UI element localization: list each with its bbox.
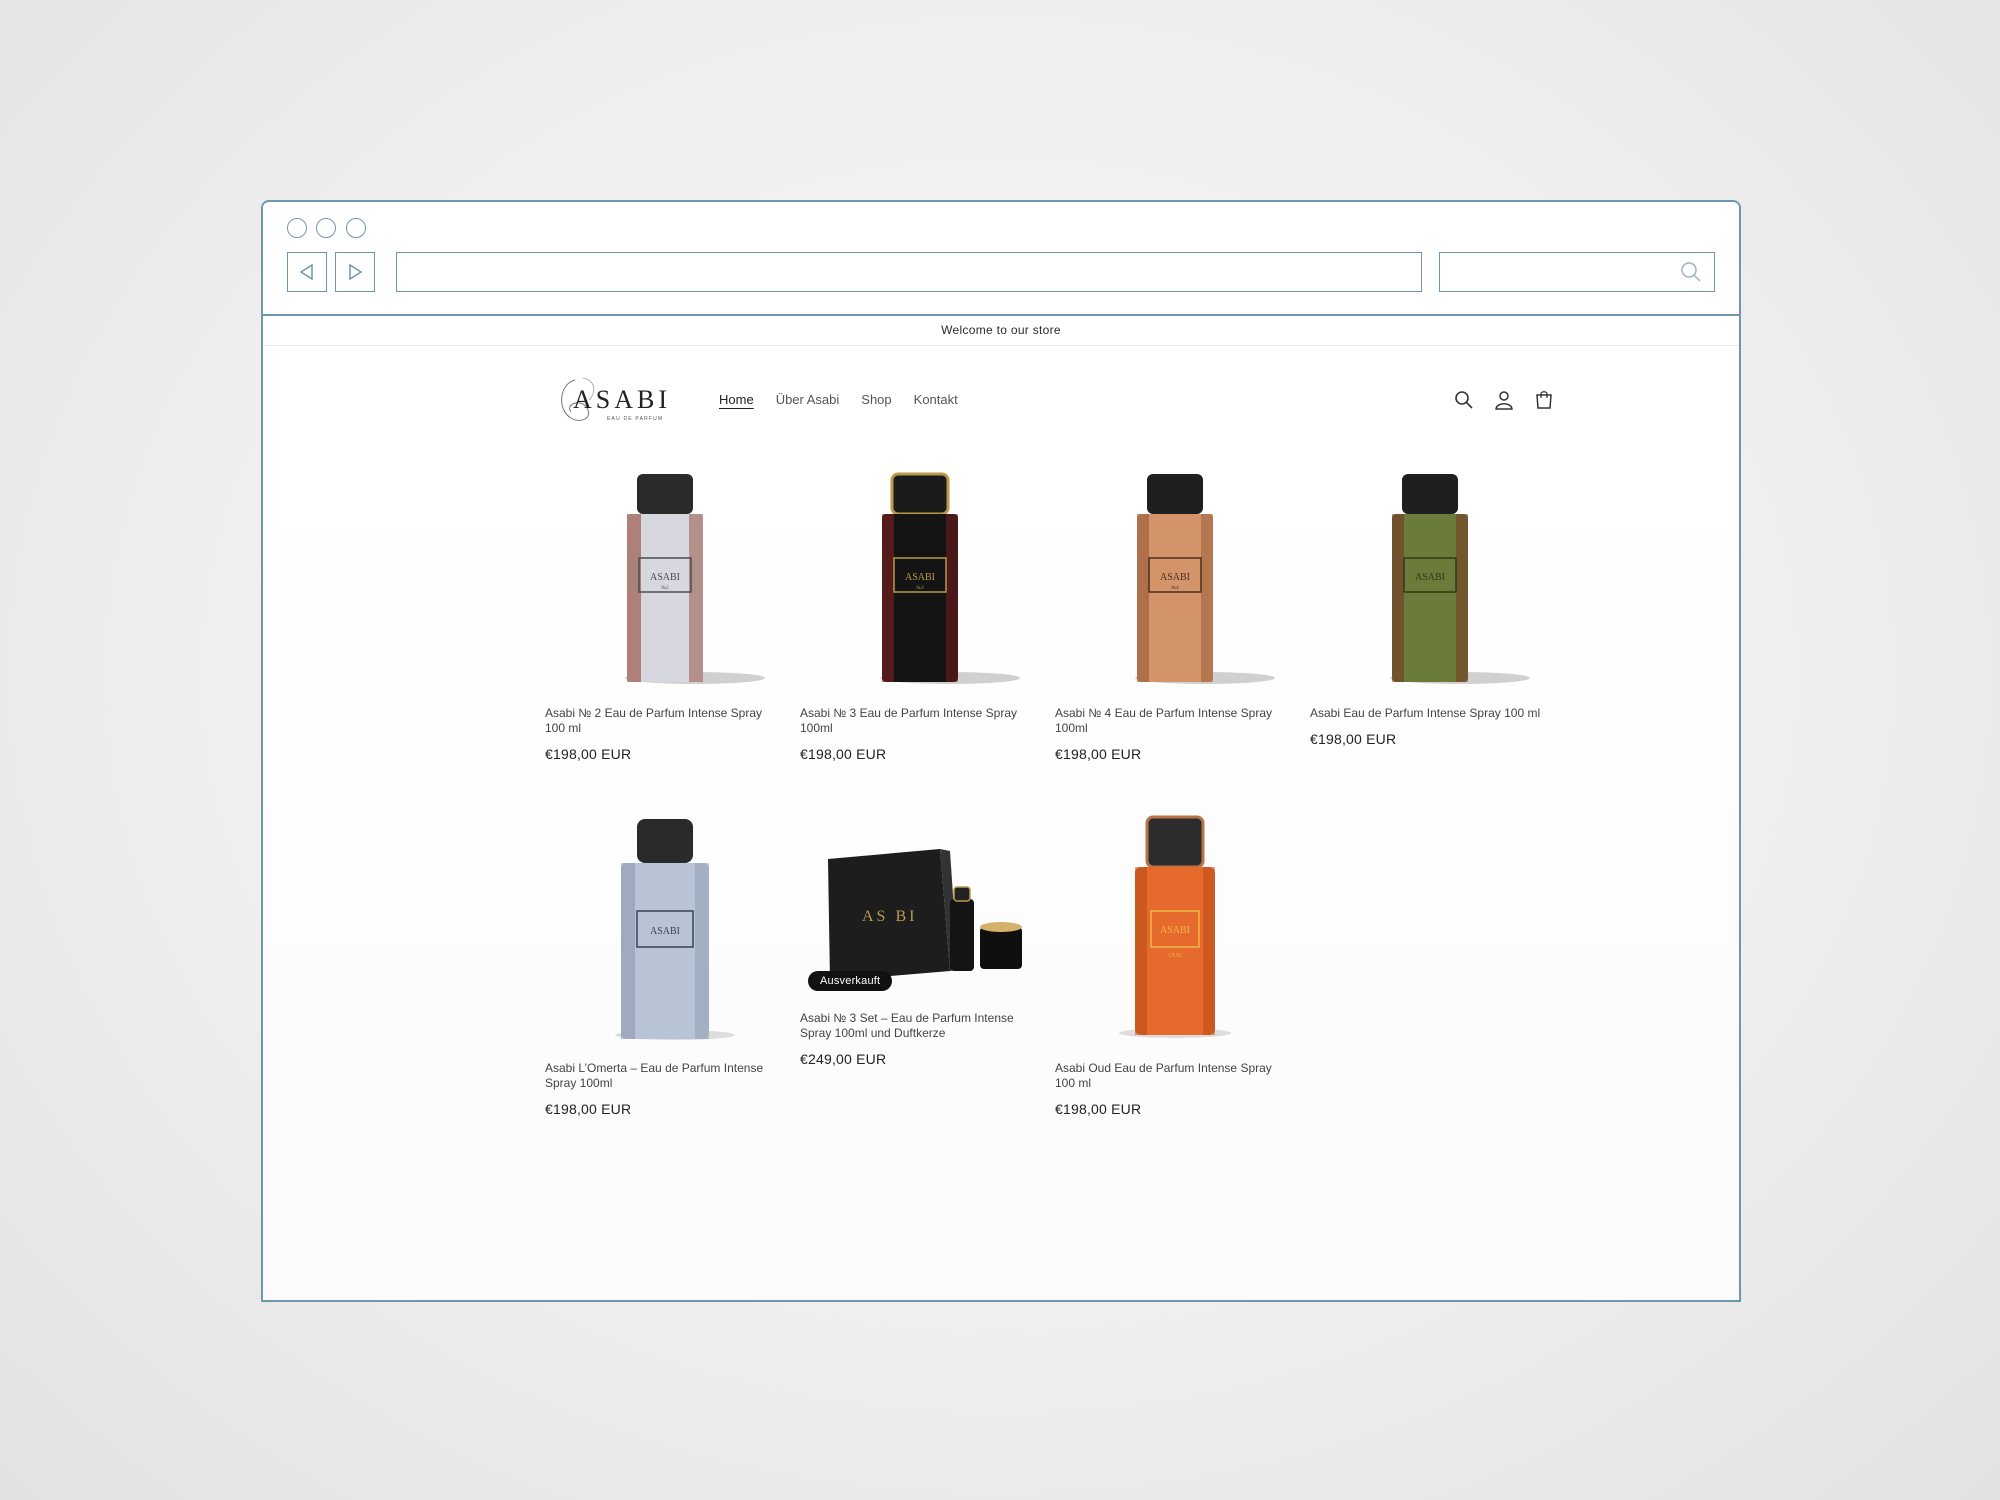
product-image[interactable]: ASABI OUD <box>1055 811 1295 1051</box>
cart-icon[interactable] <box>1533 389 1555 411</box>
product-title[interactable]: Asabi Eau de Parfum Intense Spray 100 ml <box>1310 706 1550 721</box>
nav-kontakt[interactable]: Kontakt <box>914 392 958 407</box>
store-header: ASABI EAU DE PARFUM Home Über Asabi Shop… <box>263 346 1739 457</box>
product-image[interactable]: ASABI №2 <box>545 456 785 696</box>
product-catalog: ASABI №2 Asabi № 2 Eau de Parfum Intense… <box>263 456 1739 1300</box>
svg-text:ASABI: ASABI <box>1415 572 1445 583</box>
svg-text:ASABI: ASABI <box>650 572 680 583</box>
logo-mark: ASABI EAU DE PARFUM <box>561 377 671 422</box>
window-dot-3[interactable] <box>346 218 366 238</box>
svg-text:№2: №2 <box>661 585 669 591</box>
product-title[interactable]: Asabi № 2 Eau de Parfum Intense Spray 10… <box>545 706 785 736</box>
product-price: €198,00 EUR <box>545 1101 632 1117</box>
product-card[interactable]: AS BI Ausverkauft Asabi № 3 Set – Eau de… <box>800 811 1040 1067</box>
back-button[interactable] <box>287 252 327 292</box>
svg-text:OUD: OUD <box>1169 953 1183 959</box>
product-price: €198,00 EUR <box>545 746 632 762</box>
perfume-bottle-image: ASABI OUD <box>1119 815 1231 1038</box>
product-image[interactable]: ASABI №3 <box>800 456 1040 696</box>
product-card[interactable]: ASABI №2 Asabi № 2 Eau de Parfum Intense… <box>545 456 785 762</box>
browser-search-field[interactable] <box>1439 252 1715 292</box>
perfume-bottle-image: ASABI <box>615 819 735 1040</box>
arrow-right-icon <box>349 263 363 281</box>
product-price: €198,00 EUR <box>800 746 887 762</box>
product-card[interactable]: ASABI №3 Asabi № 3 Eau de Parfum Intense… <box>800 456 1040 762</box>
svg-text:№3: №3 <box>916 585 924 591</box>
product-image[interactable]: ASABI <box>1310 456 1550 696</box>
svg-text:AS BI: AS BI <box>862 908 917 925</box>
product-title[interactable]: Asabi L’Omerta – Eau de Parfum Intense S… <box>545 1061 785 1091</box>
product-card[interactable]: ASABI OUD Asabi Oud Eau de Parfum Intens… <box>1055 811 1295 1117</box>
asabi-logo[interactable]: ASABI EAU DE PARFUM <box>553 370 683 432</box>
svg-text:ASABI: ASABI <box>905 572 935 583</box>
product-card[interactable]: ASABI Asabi L’Omerta – Eau de Parfum Int… <box>545 811 785 1117</box>
window-dot-2[interactable] <box>316 218 336 238</box>
header-actions <box>1453 389 1555 411</box>
account-icon[interactable] <box>1493 389 1515 411</box>
store-page: Welcome to our store ASABI EAU DE PARFUM… <box>263 316 1739 1300</box>
svg-text:ASABI: ASABI <box>1160 925 1190 936</box>
product-image[interactable]: AS BI Ausverkauft <box>800 811 1040 1001</box>
product-image[interactable]: ASABI №4 <box>1055 456 1295 696</box>
search-icon <box>1681 262 1701 282</box>
perfume-bottle-image: ASABI №4 <box>1135 474 1275 684</box>
browser-window: Welcome to our store ASABI EAU DE PARFUM… <box>261 200 1741 1302</box>
nav-shop[interactable]: Shop <box>861 392 891 407</box>
product-title[interactable]: Asabi Oud Eau de Parfum Intense Spray 10… <box>1055 1061 1295 1091</box>
svg-text:EAU DE PARFUM: EAU DE PARFUM <box>607 416 663 422</box>
product-price: €198,00 EUR <box>1310 731 1397 747</box>
perfume-bottle-image: ASABI <box>1390 474 1530 684</box>
product-title[interactable]: Asabi № 3 Eau de Parfum Intense Spray 10… <box>800 706 1040 736</box>
search-icon[interactable] <box>1453 389 1475 411</box>
address-bar[interactable] <box>396 252 1422 292</box>
product-title[interactable]: Asabi № 3 Set – Eau de Parfum Intense Sp… <box>800 1011 1040 1041</box>
nav-ueber-asabi[interactable]: Über Asabi <box>776 392 840 407</box>
product-title[interactable]: Asabi № 4 Eau de Parfum Intense Spray 10… <box>1055 706 1295 736</box>
product-price: €198,00 EUR <box>1055 746 1142 762</box>
svg-text:ASABI: ASABI <box>650 926 680 937</box>
product-price: €249,00 EUR <box>800 1051 887 1067</box>
browser-toolbar <box>263 202 1739 316</box>
perfume-bottle-image: ASABI №2 <box>625 474 765 684</box>
forward-button[interactable] <box>335 252 375 292</box>
svg-text:№4: №4 <box>1171 585 1179 591</box>
product-image[interactable]: ASABI <box>545 811 785 1051</box>
arrow-left-icon <box>299 263 313 281</box>
svg-text:ASABI: ASABI <box>1160 572 1190 583</box>
product-price: €198,00 EUR <box>1055 1101 1142 1117</box>
main-navigation: Home Über Asabi Shop Kontakt <box>719 392 980 407</box>
svg-text:ASABI: ASABI <box>573 385 671 414</box>
announcement-bar: Welcome to our store <box>263 316 1739 346</box>
product-card[interactable]: ASABI Asabi Eau de Parfum Intense Spray … <box>1310 456 1550 747</box>
product-card[interactable]: ASABI №4 Asabi № 4 Eau de Parfum Intense… <box>1055 456 1295 762</box>
perfume-bottle-image: ASABI №3 <box>880 472 1020 684</box>
window-dot-1[interactable] <box>287 218 307 238</box>
sold-out-badge: Ausverkauft <box>808 971 893 991</box>
nav-home[interactable]: Home <box>719 392 754 407</box>
